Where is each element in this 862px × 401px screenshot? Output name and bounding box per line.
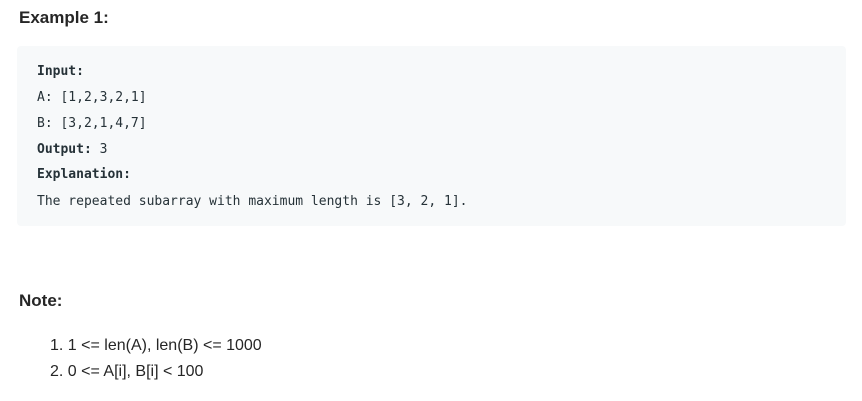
explanation-label-line: Explanation: xyxy=(37,166,131,184)
note-heading: Note: xyxy=(19,291,63,310)
explanation-text: The repeated subarray with maximum lengt… xyxy=(37,194,468,209)
note-item-text: 0 <= A[i], B[i] < 100 xyxy=(67,363,204,380)
explanation-label: Explanation: xyxy=(37,167,131,182)
note-list: 1. 1 <= len(A), len(B) <= 1000 2. 0 <= A… xyxy=(50,333,262,385)
example-heading: Example 1: xyxy=(19,8,109,27)
note-item: 1. 1 <= len(A), len(B) <= 1000 xyxy=(50,333,262,359)
output-value: 3 xyxy=(91,142,108,157)
note-item-number: 2. xyxy=(50,363,64,380)
output-line: Output: 3 xyxy=(37,141,107,159)
output-label: Output: xyxy=(37,142,92,157)
note-item-text: 1 <= len(A), len(B) <= 1000 xyxy=(67,337,262,354)
example-code-block: Input: A: [1,2,3,2,1] B: [3,2,1,4,7] Out… xyxy=(17,46,846,226)
input-array-a: A: [1,2,3,2,1] xyxy=(37,90,147,105)
note-item-number: 1. xyxy=(50,337,64,354)
input-label-line: Input: xyxy=(37,63,84,81)
note-item: 2. 0 <= A[i], B[i] < 100 xyxy=(50,359,262,385)
input-label: Input: xyxy=(37,64,84,79)
input-array-b: B: [3,2,1,4,7] xyxy=(37,116,147,131)
